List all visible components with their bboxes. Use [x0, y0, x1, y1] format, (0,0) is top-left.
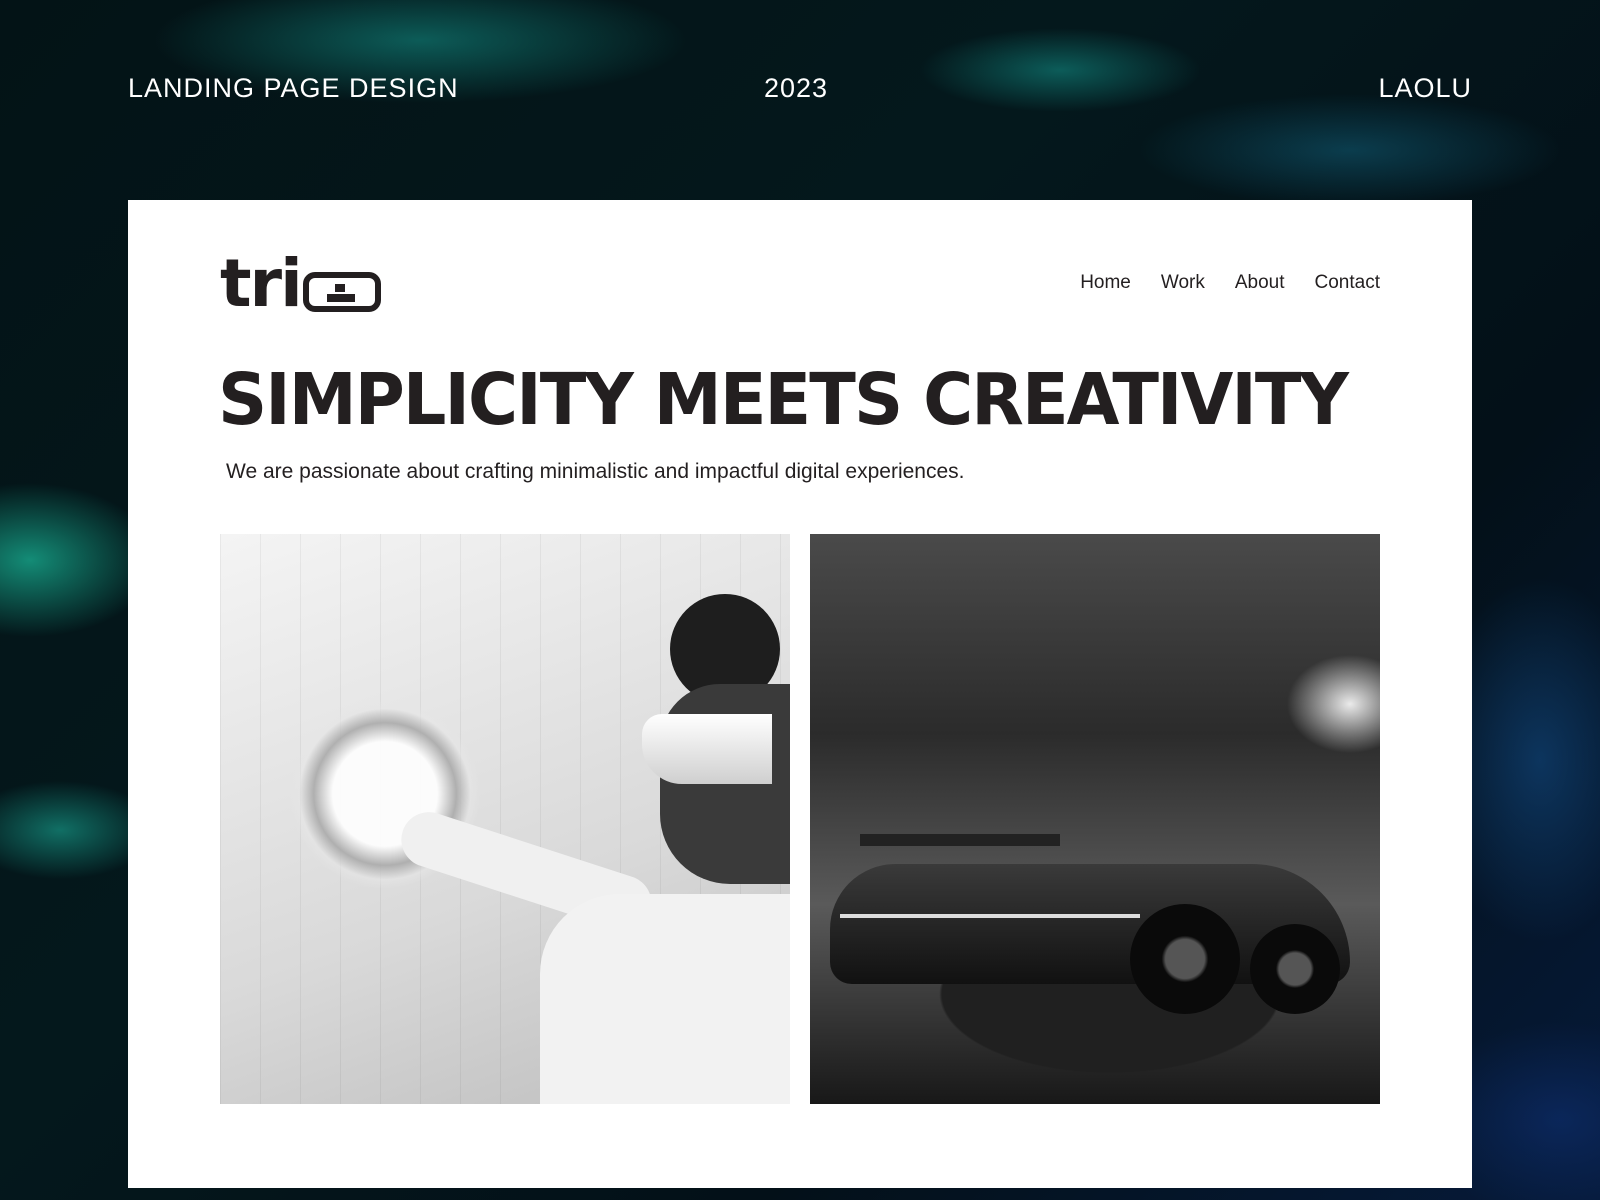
nav-contact-link[interactable]: Contact	[1315, 272, 1380, 294]
nav-about-link[interactable]: About	[1235, 272, 1285, 294]
logo-wordmark: tri	[220, 245, 303, 322]
brand-logo[interactable]: tri	[220, 245, 381, 322]
car-figure	[830, 824, 1350, 1024]
top-nav: Home Work About Contact	[1080, 272, 1380, 294]
hero-headline: SIMPLICITY MEETS CREATIVITY	[218, 358, 1349, 441]
hero-subtitle: We are passionate about crafting minimal…	[226, 460, 965, 483]
nav-home-link[interactable]: Home	[1080, 272, 1131, 294]
author-label: LAOLU	[1378, 73, 1472, 103]
year-label: 2023	[764, 73, 829, 103]
landing-page-card: tri Home Work About Contact SIMPLICITY M…	[128, 200, 1472, 1188]
hero-image-car	[810, 534, 1380, 1104]
project-label: LANDING PAGE DESIGN	[128, 73, 459, 103]
hero-image-person	[220, 534, 790, 1104]
nav-work-link[interactable]: Work	[1161, 272, 1205, 294]
logo-o-badge-icon	[302, 272, 381, 312]
person-figure	[394, 594, 790, 1104]
